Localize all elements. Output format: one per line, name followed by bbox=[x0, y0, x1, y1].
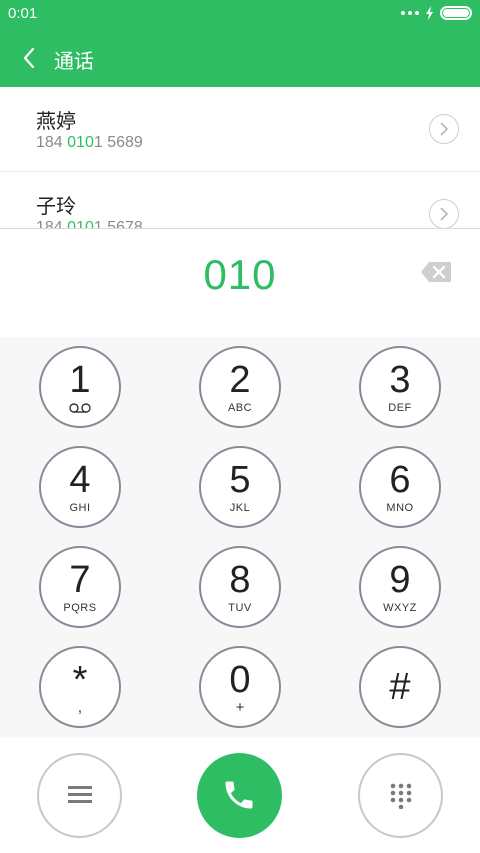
menu-icon bbox=[68, 786, 92, 803]
voicemail-icon bbox=[69, 403, 91, 413]
key-3[interactable]: 3 DEF bbox=[359, 346, 441, 428]
key-digit: # bbox=[389, 666, 411, 708]
call-button[interactable] bbox=[197, 753, 282, 838]
key-digit: 8 bbox=[229, 559, 251, 601]
key-digit: 2 bbox=[229, 359, 251, 401]
dialed-number: 010 bbox=[203, 251, 277, 298]
bottom-actions bbox=[0, 737, 480, 853]
key-digit: 1 bbox=[69, 359, 91, 401]
status-time: 0:01 bbox=[8, 5, 38, 22]
key-digit: 4 bbox=[69, 459, 91, 501]
key-letters: DEF bbox=[388, 402, 412, 414]
contact-detail-button[interactable] bbox=[429, 114, 459, 144]
back-chevron-icon[interactable] bbox=[18, 44, 42, 72]
page-title: 通话 bbox=[54, 51, 94, 73]
search-results: 燕婷 184 0101 5689 子玲 184 0101 5678 bbox=[0, 87, 480, 228]
contact-detail-button[interactable] bbox=[429, 199, 459, 228]
status-icons bbox=[401, 6, 472, 20]
key-digit: 5 bbox=[229, 459, 251, 501]
key-star[interactable]: * , bbox=[39, 646, 121, 728]
dialpad-toggle-button[interactable] bbox=[358, 753, 443, 838]
backspace-icon[interactable] bbox=[420, 261, 452, 283]
contact-result[interactable]: 子玲 184 0101 5678 bbox=[0, 171, 480, 228]
menu-button[interactable] bbox=[37, 753, 122, 838]
key-letters: WXYZ bbox=[383, 602, 417, 614]
key-letters: MNO bbox=[386, 502, 414, 514]
key-hash[interactable]: # bbox=[359, 646, 441, 728]
key-letters: , bbox=[77, 699, 83, 716]
chevron-right-icon bbox=[440, 207, 449, 221]
number-match: 010 bbox=[67, 134, 94, 151]
key-letters: GHI bbox=[69, 502, 91, 514]
charging-icon bbox=[426, 6, 433, 20]
key-letters: JKL bbox=[229, 502, 251, 514]
key-letters: + bbox=[235, 699, 245, 716]
contact-result[interactable]: 燕婷 184 0101 5689 bbox=[0, 87, 480, 171]
battery-icon bbox=[440, 6, 472, 20]
chevron-right-icon bbox=[440, 122, 449, 136]
key-letters: TUV bbox=[228, 602, 252, 614]
key-0[interactable]: 0 + bbox=[199, 646, 281, 728]
dialpad: 1 2 ABC 3 DEF 4 GHI 5 JKL 6 MNO 7 PQRS 8… bbox=[0, 337, 480, 737]
dialpad-icon bbox=[390, 783, 412, 809]
key-9[interactable]: 9 WXYZ bbox=[359, 546, 441, 628]
app-bar: 通话 bbox=[0, 28, 480, 87]
status-bar: 0:01 bbox=[0, 0, 480, 28]
contact-number: 184 0101 5678 bbox=[36, 219, 143, 228]
key-digit: 6 bbox=[389, 459, 411, 501]
key-7[interactable]: 7 PQRS bbox=[39, 546, 121, 628]
dial-display: 010 bbox=[0, 229, 480, 337]
phone-icon bbox=[225, 781, 253, 809]
key-letters: PQRS bbox=[63, 602, 97, 614]
key-2[interactable]: 2 ABC bbox=[199, 346, 281, 428]
contact-name: 子玲 bbox=[36, 196, 76, 218]
key-8[interactable]: 8 TUV bbox=[199, 546, 281, 628]
key-digit: 9 bbox=[389, 559, 411, 601]
contact-name: 燕婷 bbox=[36, 111, 76, 133]
key-4[interactable]: 4 GHI bbox=[39, 446, 121, 528]
key-digit: * bbox=[72, 659, 88, 701]
more-dots-icon bbox=[401, 11, 419, 15]
key-1[interactable]: 1 bbox=[39, 346, 121, 428]
key-digit: 7 bbox=[69, 559, 91, 601]
key-6[interactable]: 6 MNO bbox=[359, 446, 441, 528]
number-match: 010 bbox=[67, 219, 94, 228]
key-digit: 0 bbox=[229, 659, 251, 701]
key-digit: 3 bbox=[389, 359, 411, 401]
key-5[interactable]: 5 JKL bbox=[199, 446, 281, 528]
contact-number: 184 0101 5689 bbox=[36, 134, 143, 151]
key-letters: ABC bbox=[227, 402, 253, 414]
